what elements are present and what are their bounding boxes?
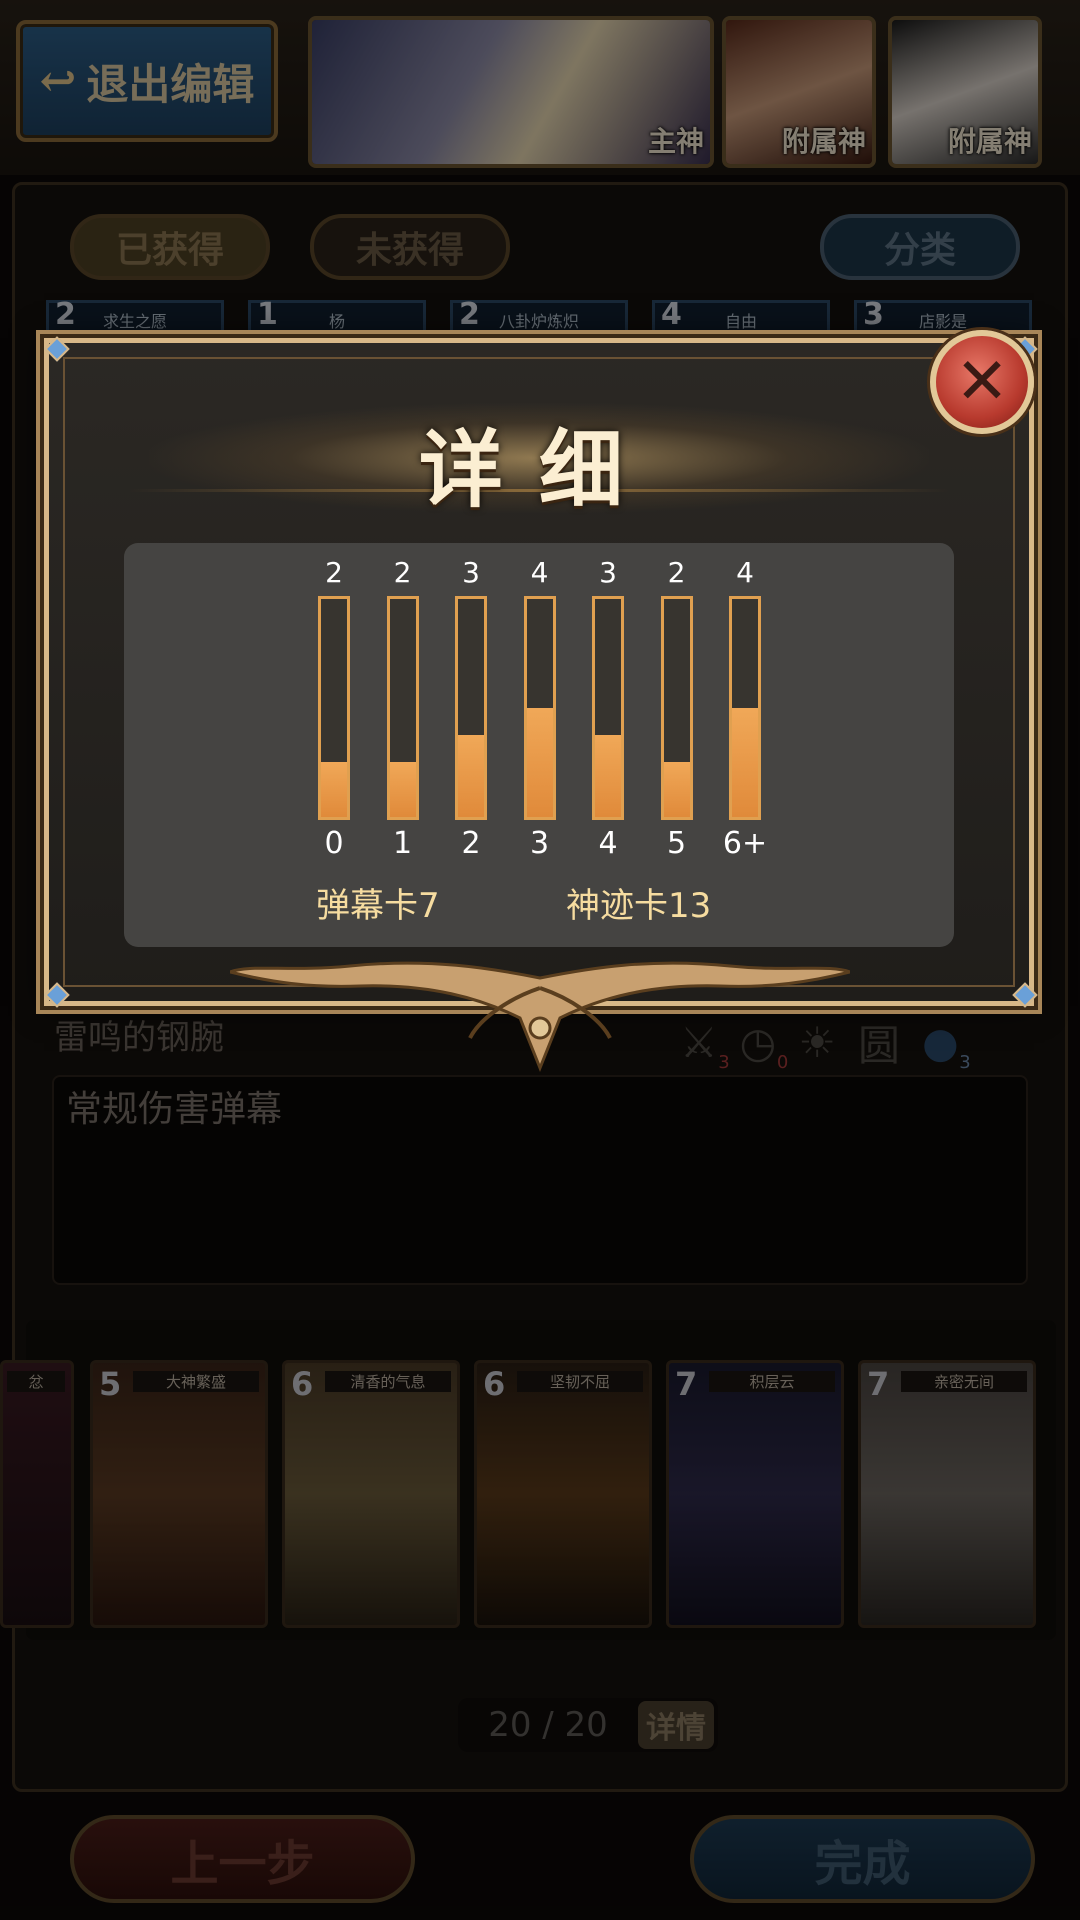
cost-tick-label: 1 [392,826,413,861]
bar-track [455,596,487,820]
bar-fill [732,708,758,817]
bar-fill [321,762,347,817]
cost-tick-label: 3 [529,826,550,861]
bar-value-label: 2 [393,556,412,589]
bottom-ornament [230,961,850,1073]
bar-value-label: 4 [736,556,754,589]
bar-fill [663,762,690,817]
cost-tick-label: 0 [324,826,344,861]
bar-value-label: 3 [462,556,480,589]
bar-track [523,596,556,820]
bar-value-label: 2 [325,556,343,589]
bar-value-label: 2 [667,556,686,589]
cost-tick-label: 2 [461,826,481,861]
miracle-card-count: 神迹卡13 [566,886,712,926]
bar-value-label: 3 [599,556,617,589]
bar-track [318,596,350,820]
close-icon: ✕ [955,345,1009,419]
bar-fill [389,762,416,817]
bar-value-label: 4 [530,556,549,589]
bar-track [592,596,624,820]
danmaku-card-count: 弹幕卡7 [316,886,440,926]
cost-tick-label: 4 [598,826,618,861]
cost-tick-label: 6+ [722,826,768,861]
bar-fill [458,735,484,817]
bar-track [729,596,761,820]
cost-tick-label: 5 [666,826,687,861]
bar-track [660,596,693,820]
bar-fill [526,708,553,817]
close-button[interactable]: ✕ [930,330,1034,434]
modal-title: 详细 [418,420,659,519]
bar-track [386,596,419,820]
bar-fill [595,735,621,817]
